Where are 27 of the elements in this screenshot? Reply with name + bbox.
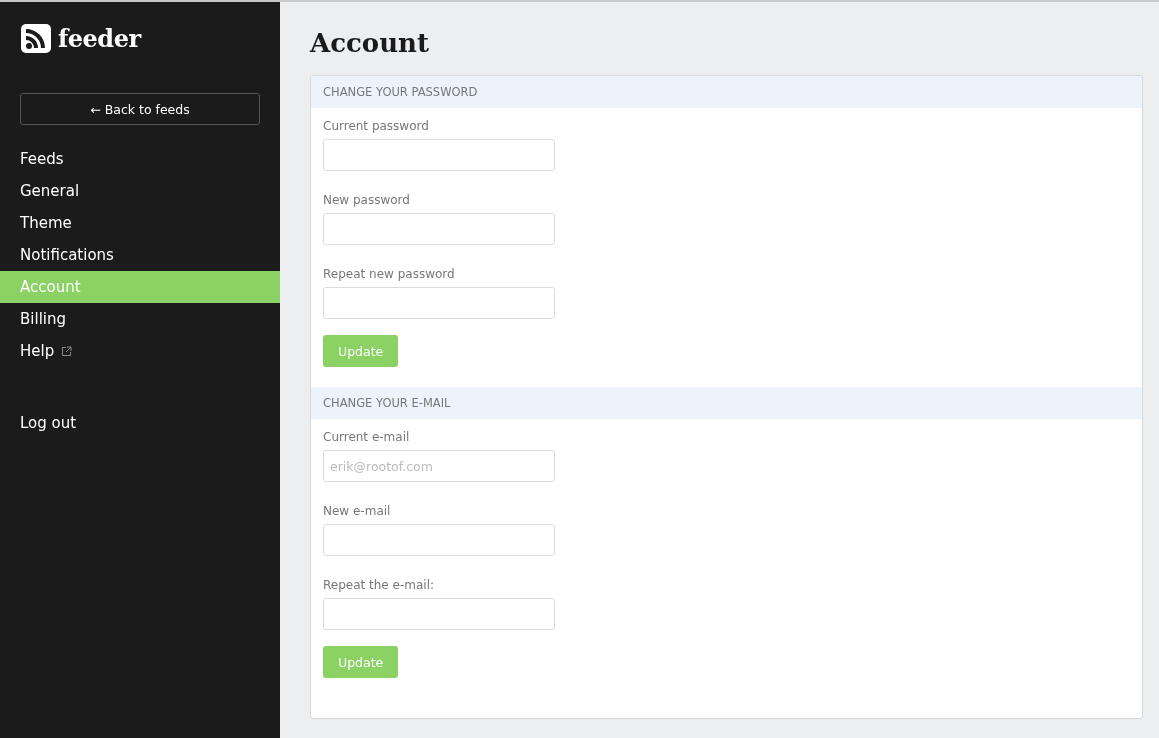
input-field[interactable] [323, 139, 555, 171]
back-button[interactable]: ← Back to feeds [20, 93, 260, 125]
field-label: Current e-mail [323, 430, 410, 444]
field-label: Current password [323, 119, 429, 133]
section-heading: CHANGE YOUR PASSWORD [311, 76, 1142, 108]
logout-link[interactable]: Log out [0, 407, 280, 439]
field-label: Repeat the e-mail: [323, 578, 435, 592]
field-label: Repeat new password [323, 267, 455, 281]
nav-label: Help [20, 342, 55, 360]
field-label: New password [323, 193, 410, 207]
rss-logo-icon [20, 22, 52, 54]
external-link-icon [61, 345, 73, 357]
nav-item[interactable]: Help [0, 335, 280, 367]
section-heading: CHANGE YOUR E-MAIL [311, 387, 1142, 419]
input-field[interactable]: erik@rootof.com [323, 450, 555, 482]
nav-item[interactable]: General [0, 175, 280, 207]
field-label: New e-mail [323, 504, 391, 518]
page-title: Account [310, 28, 430, 58]
nav-item[interactable]: Notifications [0, 239, 280, 271]
logo-text: feeder [58, 23, 141, 53]
nav-item[interactable]: Theme [0, 207, 280, 239]
input-field[interactable] [323, 213, 555, 245]
nav-item[interactable]: Feeds [0, 143, 280, 175]
nav-item[interactable]: Billing [0, 303, 280, 335]
input-field[interactable] [323, 287, 555, 319]
input-field[interactable] [323, 524, 555, 556]
input-field[interactable] [323, 598, 555, 630]
